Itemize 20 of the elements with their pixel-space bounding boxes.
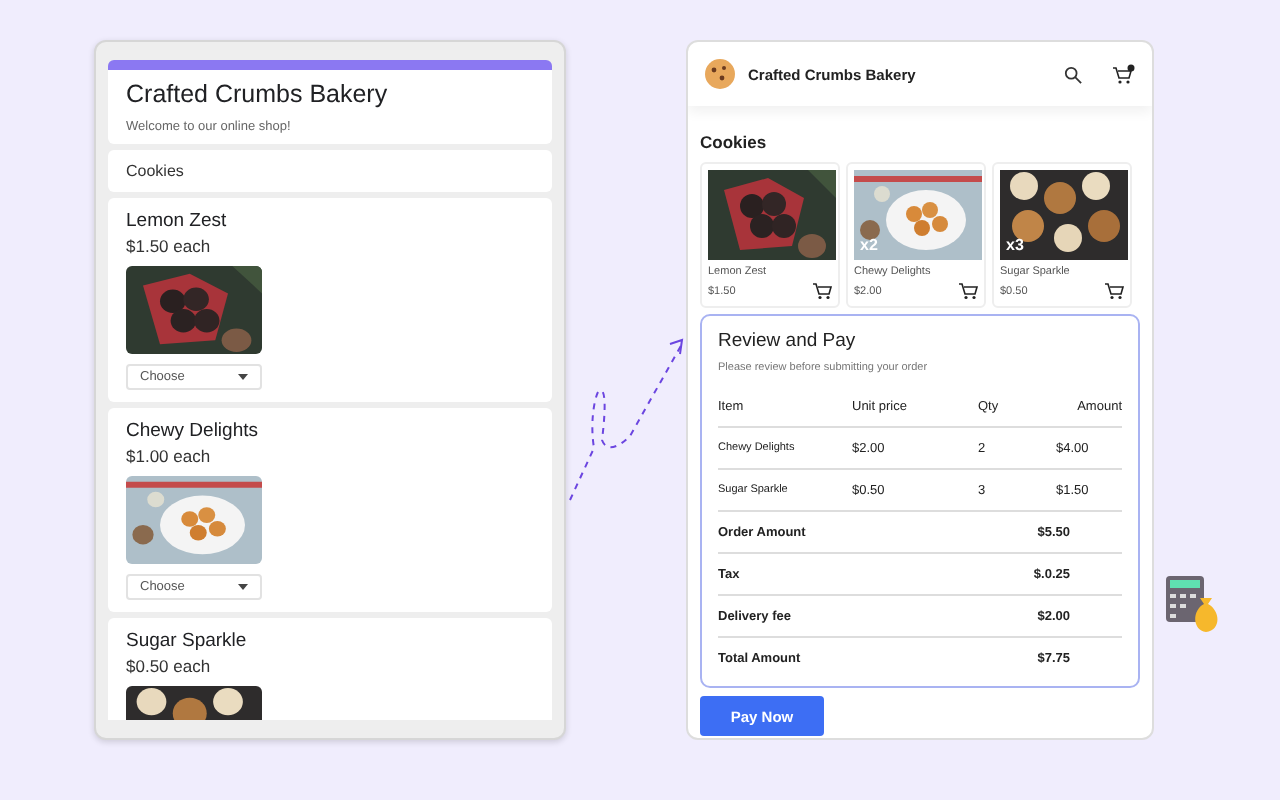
review-title: Review and Pay [718, 330, 858, 352]
search-icon[interactable] [1064, 65, 1082, 83]
form-title: Crafted Crumbs Bakery [126, 80, 390, 108]
section-title: Cookies [700, 132, 769, 152]
product-price: $1.50 each [126, 236, 213, 256]
cart-icon[interactable] [812, 282, 832, 300]
product-name: Sugar Sparkle [126, 630, 249, 652]
cart-icon[interactable] [1112, 63, 1136, 85]
caret-icon [238, 584, 248, 590]
section-title: Cookies [126, 162, 186, 180]
product-price: $1.00 each [126, 446, 213, 466]
caret-icon [238, 374, 248, 380]
cart-icon[interactable] [958, 282, 978, 300]
product-price: $0.50 each [126, 656, 213, 676]
quantity-label: x3 [1006, 236, 1024, 254]
product-name: Lemon Zest [126, 210, 229, 232]
cookie-icon [704, 58, 736, 90]
cart-icon[interactable] [1104, 282, 1124, 300]
quantity-label: x2 [860, 236, 878, 254]
product-name: Chewy Delights [126, 420, 260, 442]
